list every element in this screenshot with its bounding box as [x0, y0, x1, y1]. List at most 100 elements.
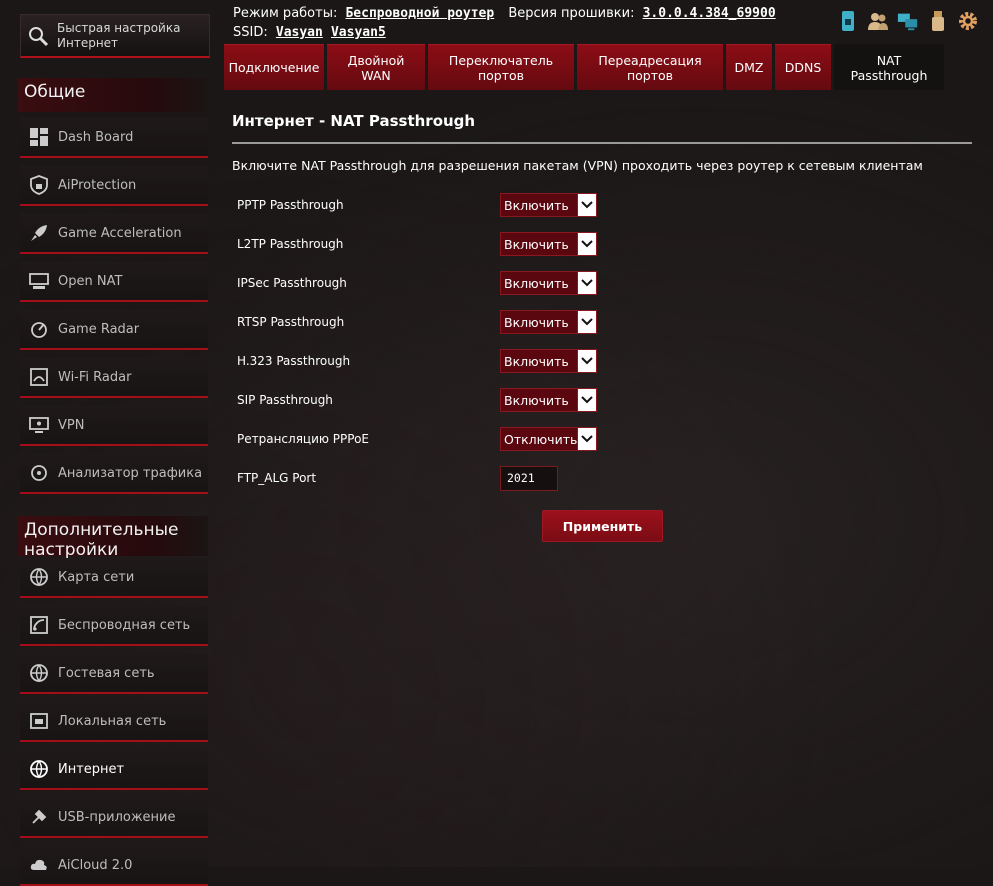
shield-lock-icon: [28, 174, 50, 196]
apply-button[interactable]: Применить: [542, 510, 663, 542]
sidebar-item-game-acceleration[interactable]: Game Acceleration: [20, 214, 208, 254]
tab-dmz[interactable]: DMZ: [726, 44, 772, 90]
chevron-down-icon: [577, 428, 596, 450]
setting-row-ipsec: IPSec Passthrough Включить: [237, 269, 597, 297]
sidebar-item-network-map[interactable]: Карта сети: [20, 558, 208, 598]
select-value: Включить: [504, 236, 569, 252]
tab-dual-wan[interactable]: Двойной WAN: [327, 44, 425, 90]
tab-port-forwarding[interactable]: Переадресация портов: [577, 44, 723, 90]
lan-icon: [28, 710, 50, 732]
select-value: Включить: [504, 275, 569, 291]
select-value: Включить: [504, 353, 569, 369]
wand-icon: [27, 24, 49, 48]
gear-icon[interactable]: [957, 10, 979, 32]
status-bar: Режим работы: Беспроводной роутер Версия…: [233, 4, 776, 42]
setting-row-l2tp: L2TP Passthrough Включить: [237, 230, 597, 258]
sidebar-item-vpn[interactable]: VPN: [20, 406, 208, 446]
ssid-link-2[interactable]: Vasyan5: [331, 25, 386, 40]
sidebar-item-usb-app[interactable]: USB-приложение: [20, 798, 208, 838]
setting-label: FTP_ALG Port: [237, 471, 317, 485]
sidebar-item-wireless[interactable]: Беспроводная сеть: [20, 606, 208, 646]
sidebar-item-aicloud[interactable]: AiCloud 2.0: [20, 846, 208, 886]
sidebar-item-label: Гостевая сеть: [58, 665, 155, 681]
sidebar-item-label: Анализатор трафика: [58, 465, 203, 481]
sip-select[interactable]: Включить: [500, 388, 597, 412]
quick-setup-button[interactable]: Быстрая настройка Интернет: [20, 14, 210, 58]
l2tp-select[interactable]: Включить: [500, 232, 597, 256]
sidebar-item-label: Беспроводная сеть: [58, 617, 191, 633]
select-value: Отключить: [504, 431, 577, 447]
dashboard-icon: [28, 126, 50, 148]
sidebar-item-wifi-radar[interactable]: Wi-Fi Radar: [20, 358, 208, 398]
network-computers-icon[interactable]: [897, 10, 919, 32]
select-value: Включить: [504, 392, 569, 408]
sidebar-item-label: Open NAT: [58, 273, 123, 289]
sidebar-item-aiprotection[interactable]: AiProtection: [20, 166, 208, 206]
globe-icon: [28, 566, 50, 588]
chevron-down-icon: [577, 350, 596, 372]
tab-connection[interactable]: Подключение: [224, 44, 324, 90]
users-icon[interactable]: [867, 10, 889, 32]
rtsp-select[interactable]: Включить: [500, 310, 597, 334]
internet-globe-icon: [28, 758, 50, 780]
select-value: Включить: [504, 314, 569, 330]
usb-drive-icon[interactable]: [927, 10, 949, 32]
setting-label: Ретрансляцию PPPoE: [237, 432, 369, 446]
quick-setup-label: Быстрая настройка Интернет: [57, 20, 181, 50]
tab-ddns[interactable]: DDNS: [775, 44, 831, 90]
section-general: Общие: [18, 78, 208, 112]
setting-row-rtsp: RTSP Passthrough Включить: [237, 308, 597, 336]
sidebar-item-label: Wi-Fi Radar: [58, 369, 132, 385]
sidebar-item-guest-network[interactable]: Гостевая сеть: [20, 654, 208, 694]
chevron-down-icon: [577, 311, 596, 333]
sidebar-item-open-nat[interactable]: Open NAT: [20, 262, 208, 302]
sidebar-item-label: Dash Board: [58, 129, 134, 145]
h323-select[interactable]: Включить: [500, 349, 597, 373]
top-icons: [837, 10, 979, 32]
pptp-select[interactable]: Включить: [500, 193, 597, 217]
wifi-radar-icon: [28, 366, 50, 388]
sidebar-item-label: AiCloud 2.0: [58, 857, 133, 873]
tab-bar: Подключение Двойной WAN Переключатель по…: [224, 44, 947, 90]
setting-row-h323: H.323 Passthrough Включить: [237, 347, 597, 375]
vpn-monitor-icon: [28, 414, 50, 436]
setting-label: L2TP Passthrough: [237, 237, 344, 251]
setting-row-pptp: PPTP Passthrough Включить: [237, 191, 597, 219]
setting-label: IPSec Passthrough: [237, 276, 347, 290]
select-value: Включить: [504, 197, 569, 213]
ssid-label: SSID:: [233, 25, 268, 40]
sidebar-item-game-radar[interactable]: Game Radar: [20, 310, 208, 350]
pppoe-relay-select[interactable]: Отключить: [500, 427, 597, 451]
cloud-icon: [28, 854, 50, 876]
sidebar-item-label: Карта сети: [58, 569, 135, 585]
sidebar-item-internet[interactable]: Интернет: [20, 750, 208, 790]
sidebar-item-label: Локальная сеть: [58, 713, 167, 729]
sidebar-item-dashboard[interactable]: Dash Board: [20, 118, 208, 158]
sidebar-item-label: Game Radar: [58, 321, 140, 337]
ftp-alg-port-input[interactable]: 2021: [500, 465, 558, 491]
tab-port-switch[interactable]: Переключатель портов: [428, 44, 574, 90]
radar-icon: [28, 318, 50, 340]
setting-row-pppoe-relay: Ретрансляцию PPPoE Отключить: [237, 425, 597, 453]
usb-icon: [28, 806, 50, 828]
firmware-label: Версия прошивки:: [508, 6, 635, 21]
chevron-down-icon: [577, 194, 596, 216]
sidebar-item-label: AiProtection: [58, 177, 137, 193]
setting-label: SIP Passthrough: [237, 393, 333, 407]
chevron-down-icon: [577, 389, 596, 411]
sidebar-item-lan[interactable]: Локальная сеть: [20, 702, 208, 742]
mode-link[interactable]: Беспроводной роутер: [345, 6, 494, 21]
wireless-icon: [28, 614, 50, 636]
setting-label: RTSP Passthrough: [237, 315, 345, 329]
page-description: Включите NAT Passthrough для разрешения …: [232, 158, 923, 173]
firmware-link[interactable]: 3.0.0.4.384_69900: [643, 6, 776, 21]
sidebar-item-label: USB-приложение: [58, 809, 176, 825]
sidebar-item-traffic-analyzer[interactable]: Анализатор трафика: [20, 454, 208, 494]
ipsec-select[interactable]: Включить: [500, 271, 597, 295]
tab-nat-passthrough[interactable]: NAT Passthrough: [834, 44, 944, 90]
guest-globe-icon: [28, 662, 50, 684]
ssid-link-1[interactable]: Vasyan: [276, 25, 323, 40]
section-advanced: Дополнительные настройки: [18, 516, 208, 560]
setting-label: H.323 Passthrough: [237, 354, 351, 368]
sim-card-icon[interactable]: [837, 10, 859, 32]
